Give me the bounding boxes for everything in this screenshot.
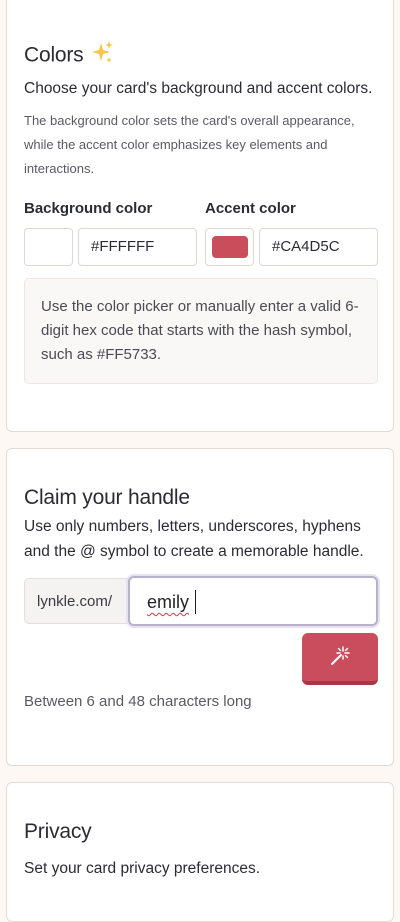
accent-color-picker[interactable] — [205, 228, 254, 266]
handle-title: Claim your handle — [24, 486, 190, 509]
handle-card: Claim your handle Use only numbers, lett… — [6, 448, 394, 766]
color-hint-box: Use the color picker or manually enter a… — [24, 278, 378, 384]
accent-hex-input[interactable]: #CA4D5C — [259, 228, 378, 266]
handle-input[interactable]: emily — [128, 576, 378, 626]
background-hex-input[interactable]: #FFFFFF — [78, 228, 197, 266]
privacy-subtitle: Set your card privacy preferences. — [24, 860, 261, 877]
privacy-card: Privacy Set your card privacy preference… — [6, 782, 394, 922]
background-color-swatch — [31, 236, 67, 258]
handle-length-hint: Between 6 and 48 characters long — [24, 693, 252, 710]
accent-color-swatch — [212, 236, 248, 258]
handle-prefix: lynkle.com/ — [24, 578, 130, 624]
magic-wand-icon — [331, 646, 350, 665]
colors-subtitle: Choose your card's background and accent… — [24, 80, 373, 97]
accent-color-label: Accent color — [205, 200, 296, 217]
sparkles-icon — [92, 41, 114, 71]
colors-title: Colors — [24, 43, 84, 67]
color-hint-text: Use the color picker or manually enter a… — [41, 298, 359, 363]
colors-description: The background color sets the card's ove… — [24, 113, 355, 176]
handle-subtitle: Use only numbers, letters, underscores, … — [24, 518, 364, 560]
privacy-title: Privacy — [24, 820, 92, 843]
background-color-picker[interactable] — [24, 228, 73, 266]
accent-hex-value: #CA4D5C — [272, 238, 340, 255]
text-caret — [195, 590, 196, 614]
generate-handle-button[interactable] — [302, 633, 378, 685]
handle-input-value: emily — [147, 592, 190, 612]
background-hex-value: #FFFFFF — [91, 238, 155, 255]
background-color-label: Background color — [24, 200, 153, 217]
handle-prefix-text: lynkle.com/ — [37, 593, 113, 610]
colors-card: Colors Choose your card's background and… — [6, 0, 394, 432]
